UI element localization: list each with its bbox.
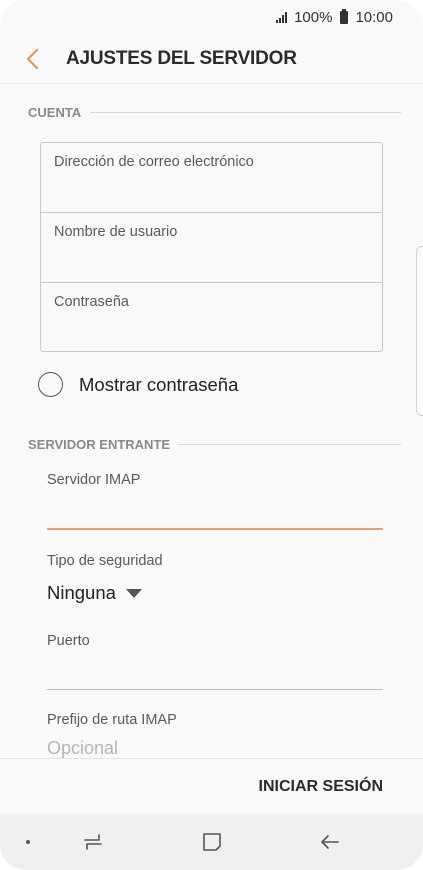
section-header-account: CUENTA: [28, 105, 401, 120]
login-button[interactable]: INICIAR SESIÓN: [259, 778, 383, 796]
navigation-bar: [0, 814, 423, 870]
imap-server-input[interactable]: [47, 528, 383, 530]
battery-icon: [340, 8, 349, 24]
back-arrow-icon[interactable]: [319, 830, 341, 854]
port-label: Puerto: [47, 633, 90, 649]
app-header: AJUSTES DEL SERVIDOR: [0, 34, 423, 84]
security-type-value: Ninguna: [47, 582, 116, 603]
battery-percent: 100%: [294, 8, 333, 26]
security-type-label: Tipo de seguridad: [47, 553, 163, 569]
imap-server-label: Servidor IMAP: [47, 472, 141, 488]
show-password-checkbox[interactable]: Mostrar contraseña: [38, 372, 238, 397]
email-field[interactable]: Dirección de correo electrónico: [41, 143, 382, 213]
page-title: AJUSTES DEL SERVIDOR: [66, 47, 297, 69]
dropdown-arrow-icon: [125, 588, 142, 598]
show-password-label: Mostrar contraseña: [79, 373, 239, 395]
nav-dot-indicator: [26, 840, 30, 844]
recent-apps-icon[interactable]: [82, 830, 104, 854]
imap-prefix-label: Prefijo de ruta IMAP: [47, 712, 177, 728]
account-fields-box: Dirección de correo electrónico Nombre d…: [40, 142, 383, 352]
footer-bar: INICIAR SESIÓN: [0, 758, 423, 814]
chevron-left-icon[interactable]: [24, 47, 42, 71]
username-field[interactable]: Nombre de usuario: [41, 213, 382, 283]
section-header-incoming: SERVIDOR ENTRANTE: [28, 437, 401, 452]
phone-screen: 100% 10:00 AJUSTES DEL SERVIDOR CUENTA D…: [0, 0, 423, 870]
password-field-placeholder: Contraseña: [54, 294, 129, 310]
password-field[interactable]: Contraseña: [41, 283, 382, 353]
port-input[interactable]: [47, 689, 383, 690]
username-field-placeholder: Nombre de usuario: [54, 224, 178, 240]
status-bar: 100% 10:00: [0, 0, 423, 34]
checkbox-circle-icon[interactable]: [38, 372, 63, 397]
imap-prefix-input[interactable]: Opcional: [47, 738, 118, 759]
clock: 10:00: [355, 8, 393, 26]
section-label-account: CUENTA: [28, 105, 82, 120]
scrollbar-handle[interactable]: [416, 246, 423, 416]
signal-icon: [276, 11, 288, 23]
security-type-dropdown[interactable]: Ninguna: [47, 582, 142, 604]
email-field-placeholder: Dirección de correo electrónico: [54, 154, 254, 170]
home-icon[interactable]: [201, 830, 223, 854]
section-label-incoming: SERVIDOR ENTRANTE: [28, 437, 171, 452]
